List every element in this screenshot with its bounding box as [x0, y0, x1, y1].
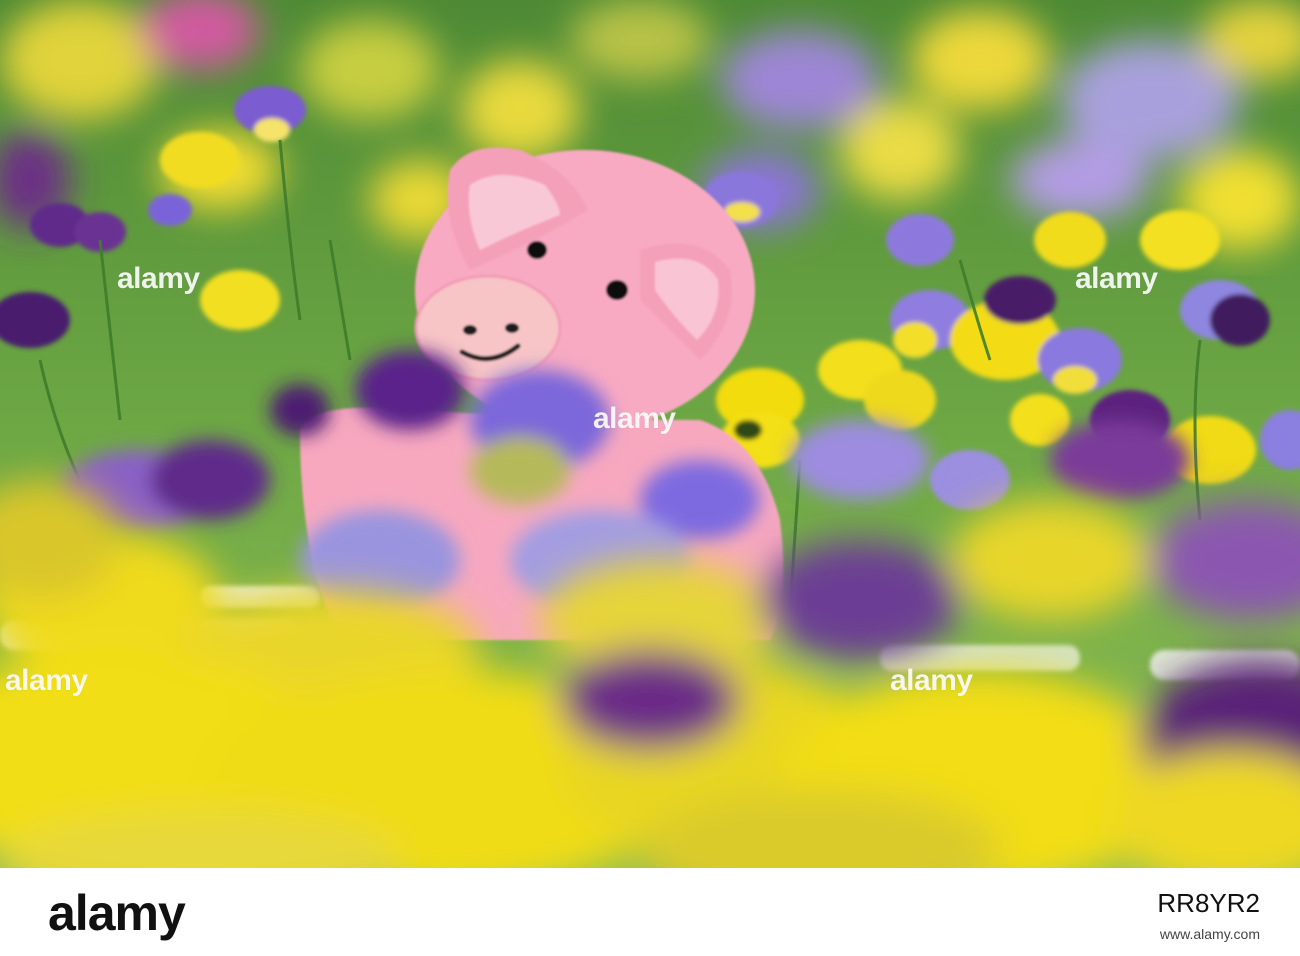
watermark: alamy — [1075, 262, 1158, 295]
photo: alamy alamy alamy alamy alamy — [0, 0, 1300, 868]
watermark: alamy — [593, 402, 676, 435]
watermark: alamy — [890, 664, 973, 697]
footer-bar: alamy RR8YR2 www.alamy.com — [0, 868, 1300, 956]
watermark: alamy — [5, 664, 88, 697]
site-url[interactable]: www.alamy.com — [1160, 926, 1260, 942]
page: alamy alamy alamy alamy alamy alamy RR8Y… — [0, 0, 1300, 956]
image-id: RR8YR2 — [1157, 888, 1260, 918]
watermark: alamy — [117, 262, 200, 295]
alamy-logo[interactable]: alamy — [48, 884, 186, 942]
